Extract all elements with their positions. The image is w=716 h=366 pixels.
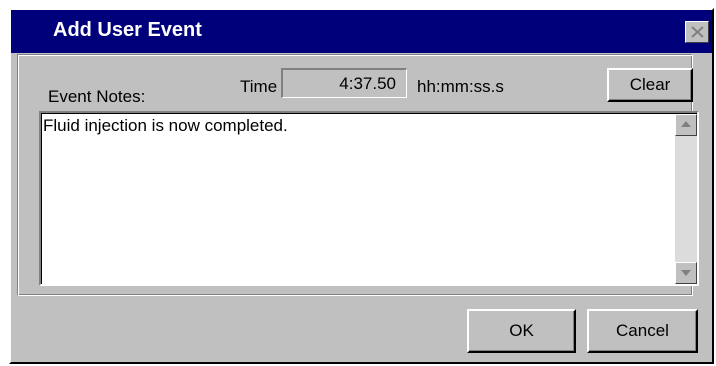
event-notes-textarea[interactable]: Fluid injection is now completed. bbox=[39, 111, 699, 286]
dialog-title: Add User Event bbox=[53, 19, 202, 41]
close-button[interactable] bbox=[685, 21, 709, 43]
cancel-button[interactable]: Cancel bbox=[587, 309, 698, 353]
time-field: 4:37.50 bbox=[281, 68, 407, 98]
scroll-up-arrow-icon bbox=[681, 121, 691, 127]
title-bar[interactable]: Add User Event bbox=[11, 10, 712, 53]
ok-button[interactable]: OK bbox=[467, 309, 576, 353]
event-notes-label: Event Notes: bbox=[48, 87, 146, 106]
vertical-scrollbar[interactable] bbox=[675, 114, 697, 284]
scroll-down-arrow-icon bbox=[681, 270, 691, 276]
event-notes-text: Fluid injection is now completed. bbox=[43, 116, 288, 135]
time-format-label: hh:mm:ss.s bbox=[417, 77, 504, 96]
scroll-down-button[interactable] bbox=[675, 262, 697, 284]
clear-button[interactable]: Clear bbox=[607, 68, 693, 102]
close-icon bbox=[691, 26, 704, 38]
scroll-up-button[interactable] bbox=[675, 114, 697, 136]
time-label: Time bbox=[240, 77, 278, 96]
